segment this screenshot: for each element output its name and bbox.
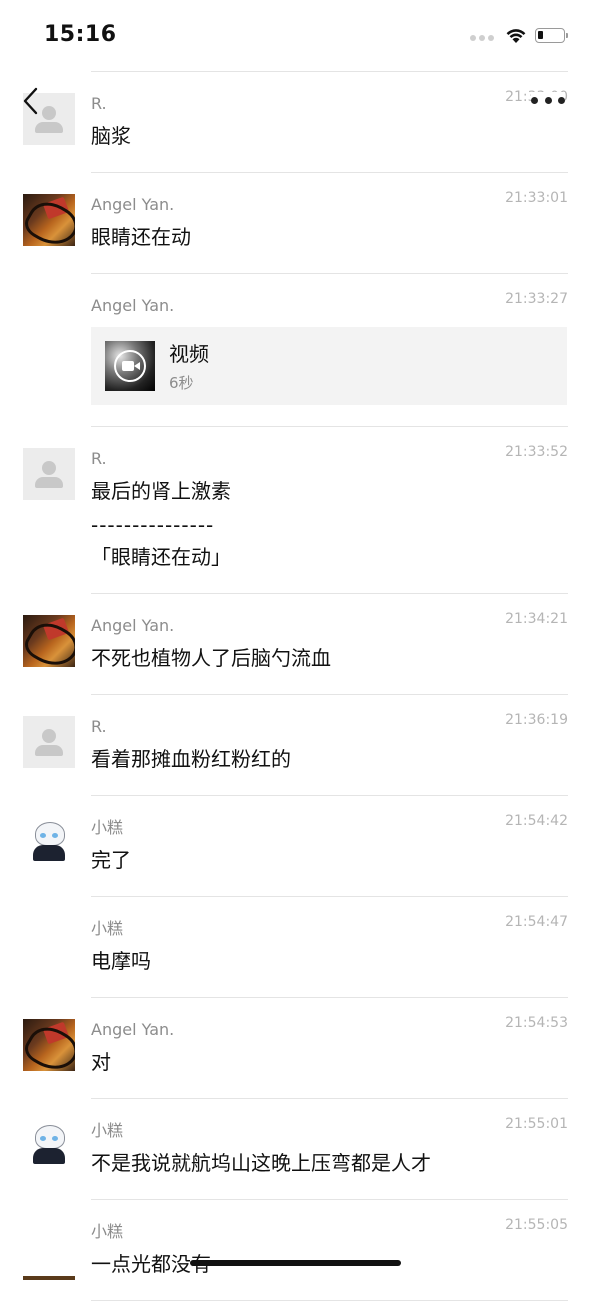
message-time: 21:55:05 — [505, 1217, 568, 1233]
avatar[interactable] — [23, 194, 75, 246]
avatar[interactable] — [23, 1019, 75, 1071]
default-avatar-icon — [42, 729, 56, 743]
message-text: 不死也植物人了后脑勺流血 — [91, 646, 331, 670]
default-avatar-icon — [42, 461, 56, 475]
sender-name: R. — [91, 94, 107, 113]
message-text: 不是我说就航坞山这晚上压弯都是人才 — [91, 1151, 431, 1175]
list-item[interactable]: R. 21:33:00 脑浆 — [0, 72, 591, 173]
sender-name: Angel Yan. — [91, 296, 175, 315]
list-item[interactable]: 小糕 21:54:42 完了 — [0, 796, 591, 897]
video-title: 视频 — [169, 342, 209, 366]
video-thumbnail[interactable] — [105, 341, 155, 391]
back-button[interactable] — [18, 84, 48, 118]
message-text: 最后的肾上激素 — [91, 479, 231, 503]
list-item[interactable]: R. 21:33:52 最后的肾上激素 --------------- 「眼睛还… — [0, 427, 591, 594]
message-text: 看着那摊血粉红粉红的 — [91, 747, 291, 771]
more-dot — [558, 96, 565, 104]
message-time: 21:33:52 — [505, 444, 568, 460]
status-icons — [470, 26, 568, 45]
battery-icon — [535, 27, 568, 43]
list-item[interactable]: 小糕 21:54:47 电摩吗 — [0, 897, 591, 998]
message-time: 21:33:27 — [505, 291, 568, 307]
message-time: 21:55:01 — [505, 1116, 568, 1132]
message-time: 21:36:19 — [505, 712, 568, 728]
list-item[interactable]: 小糕 21:55:05 一点光都没有 — [0, 1200, 591, 1301]
message-list[interactable]: R. 21:33:00 脑浆 Angel Yan. 21:33:01 眼睛还在动… — [0, 72, 591, 1301]
avatar[interactable] — [23, 448, 75, 500]
list-item[interactable]: 小糕 21:55:01 不是我说就航坞山这晚上压弯都是人才 — [0, 1099, 591, 1200]
battery-level — [538, 30, 543, 39]
sender-name: R. — [91, 449, 107, 468]
message-time: 21:54:47 — [505, 914, 568, 930]
video-card[interactable]: 视频 6秒 — [91, 327, 567, 405]
avatar[interactable] — [23, 1120, 75, 1172]
sender-name: 小糕 — [91, 1121, 124, 1140]
avatar[interactable] — [23, 817, 75, 869]
quote-separator: --------------- — [91, 513, 215, 537]
next-avatar-peek — [23, 1276, 75, 1280]
message-time: 21:54:42 — [505, 813, 568, 829]
status-bar: 15:16 — [0, 0, 591, 60]
message-text: 眼睛还在动 — [91, 225, 191, 249]
avatar[interactable] — [23, 716, 75, 768]
more-button[interactable] — [531, 92, 565, 108]
status-time: 15:16 — [44, 22, 117, 47]
sender-name: R. — [91, 717, 107, 736]
message-time: 21:54:53 — [505, 1015, 568, 1031]
message-time: 21:34:21 — [505, 611, 568, 627]
avatar[interactable] — [23, 615, 75, 667]
list-item[interactable]: Angel Yan. 21:34:21 不死也植物人了后脑勺流血 — [0, 594, 591, 695]
list-item[interactable]: Angel Yan. 21:33:27 视频 6秒 — [0, 274, 591, 427]
more-dot — [544, 96, 552, 104]
video-duration: 6秒 — [169, 374, 194, 392]
list-item[interactable]: Angel Yan. 21:33:01 眼睛还在动 — [0, 173, 591, 274]
message-text: 脑浆 — [91, 124, 131, 148]
more-dot — [531, 96, 538, 104]
sender-name: 小糕 — [91, 1222, 124, 1241]
signal-icon — [470, 26, 497, 45]
sender-name: 小糕 — [91, 919, 124, 938]
list-item[interactable]: R. 21:36:19 看着那摊血粉红粉红的 — [0, 695, 591, 796]
wifi-icon — [505, 27, 527, 44]
message-text: 完了 — [91, 848, 131, 872]
quoted-text: 「眼睛还在动」 — [91, 545, 231, 569]
sender-name: Angel Yan. — [91, 616, 175, 635]
list-item[interactable]: Angel Yan. 21:54:53 对 — [0, 998, 591, 1099]
message-time: 21:33:01 — [505, 190, 568, 206]
sender-name: Angel Yan. — [91, 1020, 175, 1039]
message-text: 电摩吗 — [91, 949, 151, 973]
chevron-left-icon — [23, 87, 38, 115]
home-indicator[interactable] — [190, 1260, 401, 1266]
sender-name: Angel Yan. — [91, 195, 175, 214]
sender-name: 小糕 — [91, 818, 124, 837]
message-text: 对 — [91, 1050, 111, 1074]
